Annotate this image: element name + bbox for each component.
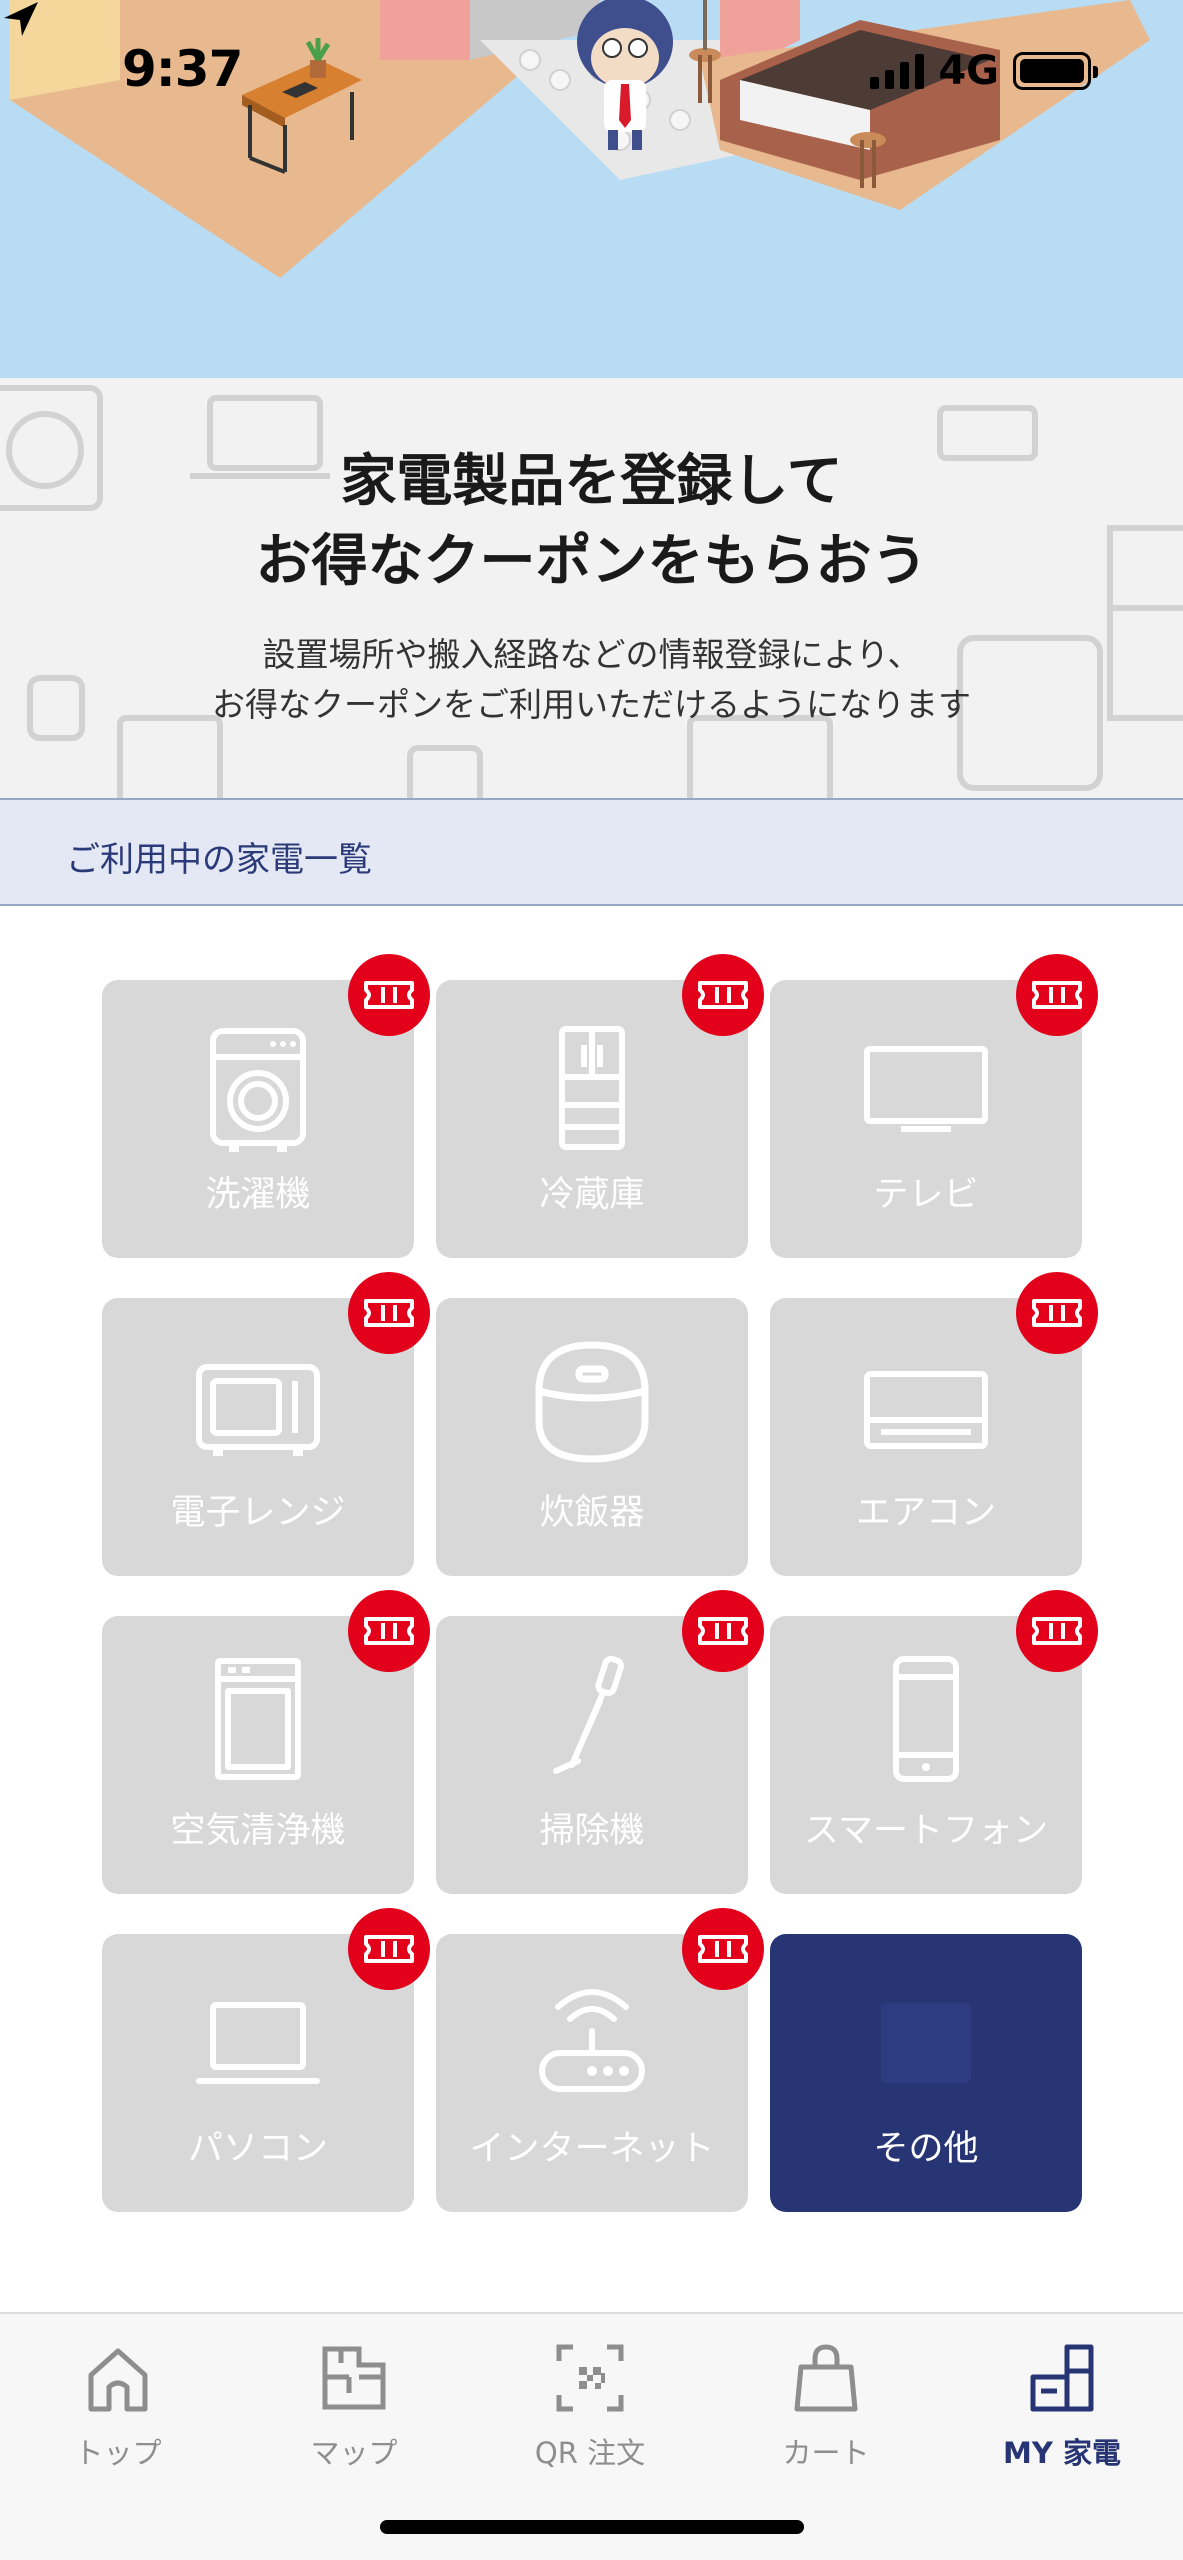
tab-cart[interactable]: カート xyxy=(708,2314,944,2484)
coupon-badge xyxy=(682,954,764,1036)
battery-icon xyxy=(1013,52,1098,90)
appliance-label: 冷蔵庫 xyxy=(539,1175,645,1215)
coupon-ticket-icon xyxy=(1032,1299,1082,1327)
coupon-badge xyxy=(348,1590,430,1672)
coupon-ticket-icon xyxy=(364,1935,414,1963)
floor-map-icon xyxy=(322,2346,386,2410)
tab-label: マップ xyxy=(310,2436,398,2470)
intro-title-line1: 家電製品を登録して xyxy=(340,449,843,514)
appliance-label: 炊飯器 xyxy=(539,1493,645,1533)
tab-top[interactable]: トップ xyxy=(0,2314,236,2484)
appliance-label: インターネット xyxy=(469,2129,715,2169)
coupon-badge xyxy=(682,1590,764,1672)
network-type: 4G xyxy=(938,48,999,94)
home-indicator xyxy=(380,2520,804,2534)
coupon-badge xyxy=(1016,1272,1098,1354)
appliance-label: 掃除機 xyxy=(539,1811,645,1851)
coupon-ticket-icon xyxy=(698,1617,748,1645)
location-arrow-icon xyxy=(4,2,38,36)
tab-label: トップ xyxy=(74,2436,162,2470)
section-header: ご利用中の家電一覧 xyxy=(0,798,1183,906)
coupon-ticket-icon xyxy=(698,1935,748,1963)
appliance-label: 電子レンジ xyxy=(170,1493,346,1533)
coupon-ticket-icon xyxy=(1032,1617,1082,1645)
coupon-badge xyxy=(348,1908,430,1990)
coupon-badge xyxy=(682,1908,764,1990)
tab-map[interactable]: マップ xyxy=(236,2314,472,2484)
intro-title-line2: お得なクーポンをもらおう xyxy=(255,529,928,594)
tab-label: QR 注文 xyxy=(534,2436,646,2470)
section-title: ご利用中の家電一覧 xyxy=(66,840,372,880)
router-icon xyxy=(539,1989,645,2092)
intro-description-line2: お得なクーポンをご利用いただけるようになります xyxy=(212,685,971,724)
appliance-label: 洗濯機 xyxy=(205,1175,311,1215)
appliance-label: その他 xyxy=(873,2129,979,2169)
coupon-ticket-icon xyxy=(1032,981,1082,1009)
appliance-label: 空気清浄機 xyxy=(170,1811,346,1851)
intro-banner: 家電製品を登録して お得なクーポンをもらおう 設置場所や搬入経路などの情報登録に… xyxy=(0,378,1183,798)
qr-code-icon xyxy=(556,2344,624,2412)
hero-illustration: 9:37 4G xyxy=(0,0,1183,378)
shopping-bag-icon xyxy=(794,2344,858,2412)
tab-label: カート xyxy=(782,2436,870,2470)
coupon-ticket-icon xyxy=(364,981,414,1009)
rice-cooker-icon xyxy=(535,1341,649,1463)
tab-label: MY 家電 xyxy=(1003,2436,1121,2470)
appliance-grid: 洗濯機 冷蔵庫 テレビ 電子レンジ 炊飯器 エアコン 空気清浄機 掃除機 スマー… xyxy=(0,906,1183,2312)
coupon-ticket-icon xyxy=(698,981,748,1009)
status-indicators: 4G xyxy=(870,48,1098,94)
coupon-ticket-icon xyxy=(364,1299,414,1327)
coupon-badge xyxy=(1016,1590,1098,1672)
signal-icon xyxy=(870,53,925,89)
status-time: 9:37 xyxy=(122,40,243,98)
coupon-badge xyxy=(1016,954,1098,1036)
home-icon xyxy=(88,2348,148,2412)
vacuum-cleaner-icon xyxy=(553,1655,624,1774)
appliance-label: パソコン xyxy=(187,2129,328,2169)
washing-machine-icon xyxy=(210,1028,306,1152)
refrigerator-icon xyxy=(559,1026,625,1150)
other-icon xyxy=(881,2003,971,2083)
tv-icon xyxy=(864,1046,988,1132)
air-conditioner-icon xyxy=(864,1371,988,1449)
smartphone-icon xyxy=(893,1656,959,1782)
appliance-tile-other[interactable]: その他 xyxy=(770,1934,1082,2212)
my-appliance-icon xyxy=(1030,2344,1094,2412)
tab-qr-order[interactable]: QR 注文 xyxy=(472,2314,708,2484)
appliance-label: エアコン xyxy=(855,1493,996,1533)
intro-description-line1: 設置場所や搬入経路などの情報登録により、 xyxy=(262,635,921,674)
my-appliance-screen: 9:37 4G 家電製品を登録して お得なクーポンをもらおう 設置場所や搬入経路… xyxy=(0,0,1183,2560)
appliance-tile-rice-cooker[interactable]: 炊飯器 xyxy=(436,1298,748,1576)
tab-my-appliance[interactable]: MY 家電 xyxy=(944,2314,1180,2484)
air-purifier-icon xyxy=(215,1658,301,1780)
laptop-icon xyxy=(196,2002,320,2084)
appliance-label: スマートフォン xyxy=(804,1811,1048,1851)
coupon-ticket-icon xyxy=(364,1617,414,1645)
microwave-icon xyxy=(196,1364,320,1456)
appliance-label: テレビ xyxy=(873,1175,979,1215)
coupon-badge xyxy=(348,954,430,1036)
coupon-badge xyxy=(348,1272,430,1354)
